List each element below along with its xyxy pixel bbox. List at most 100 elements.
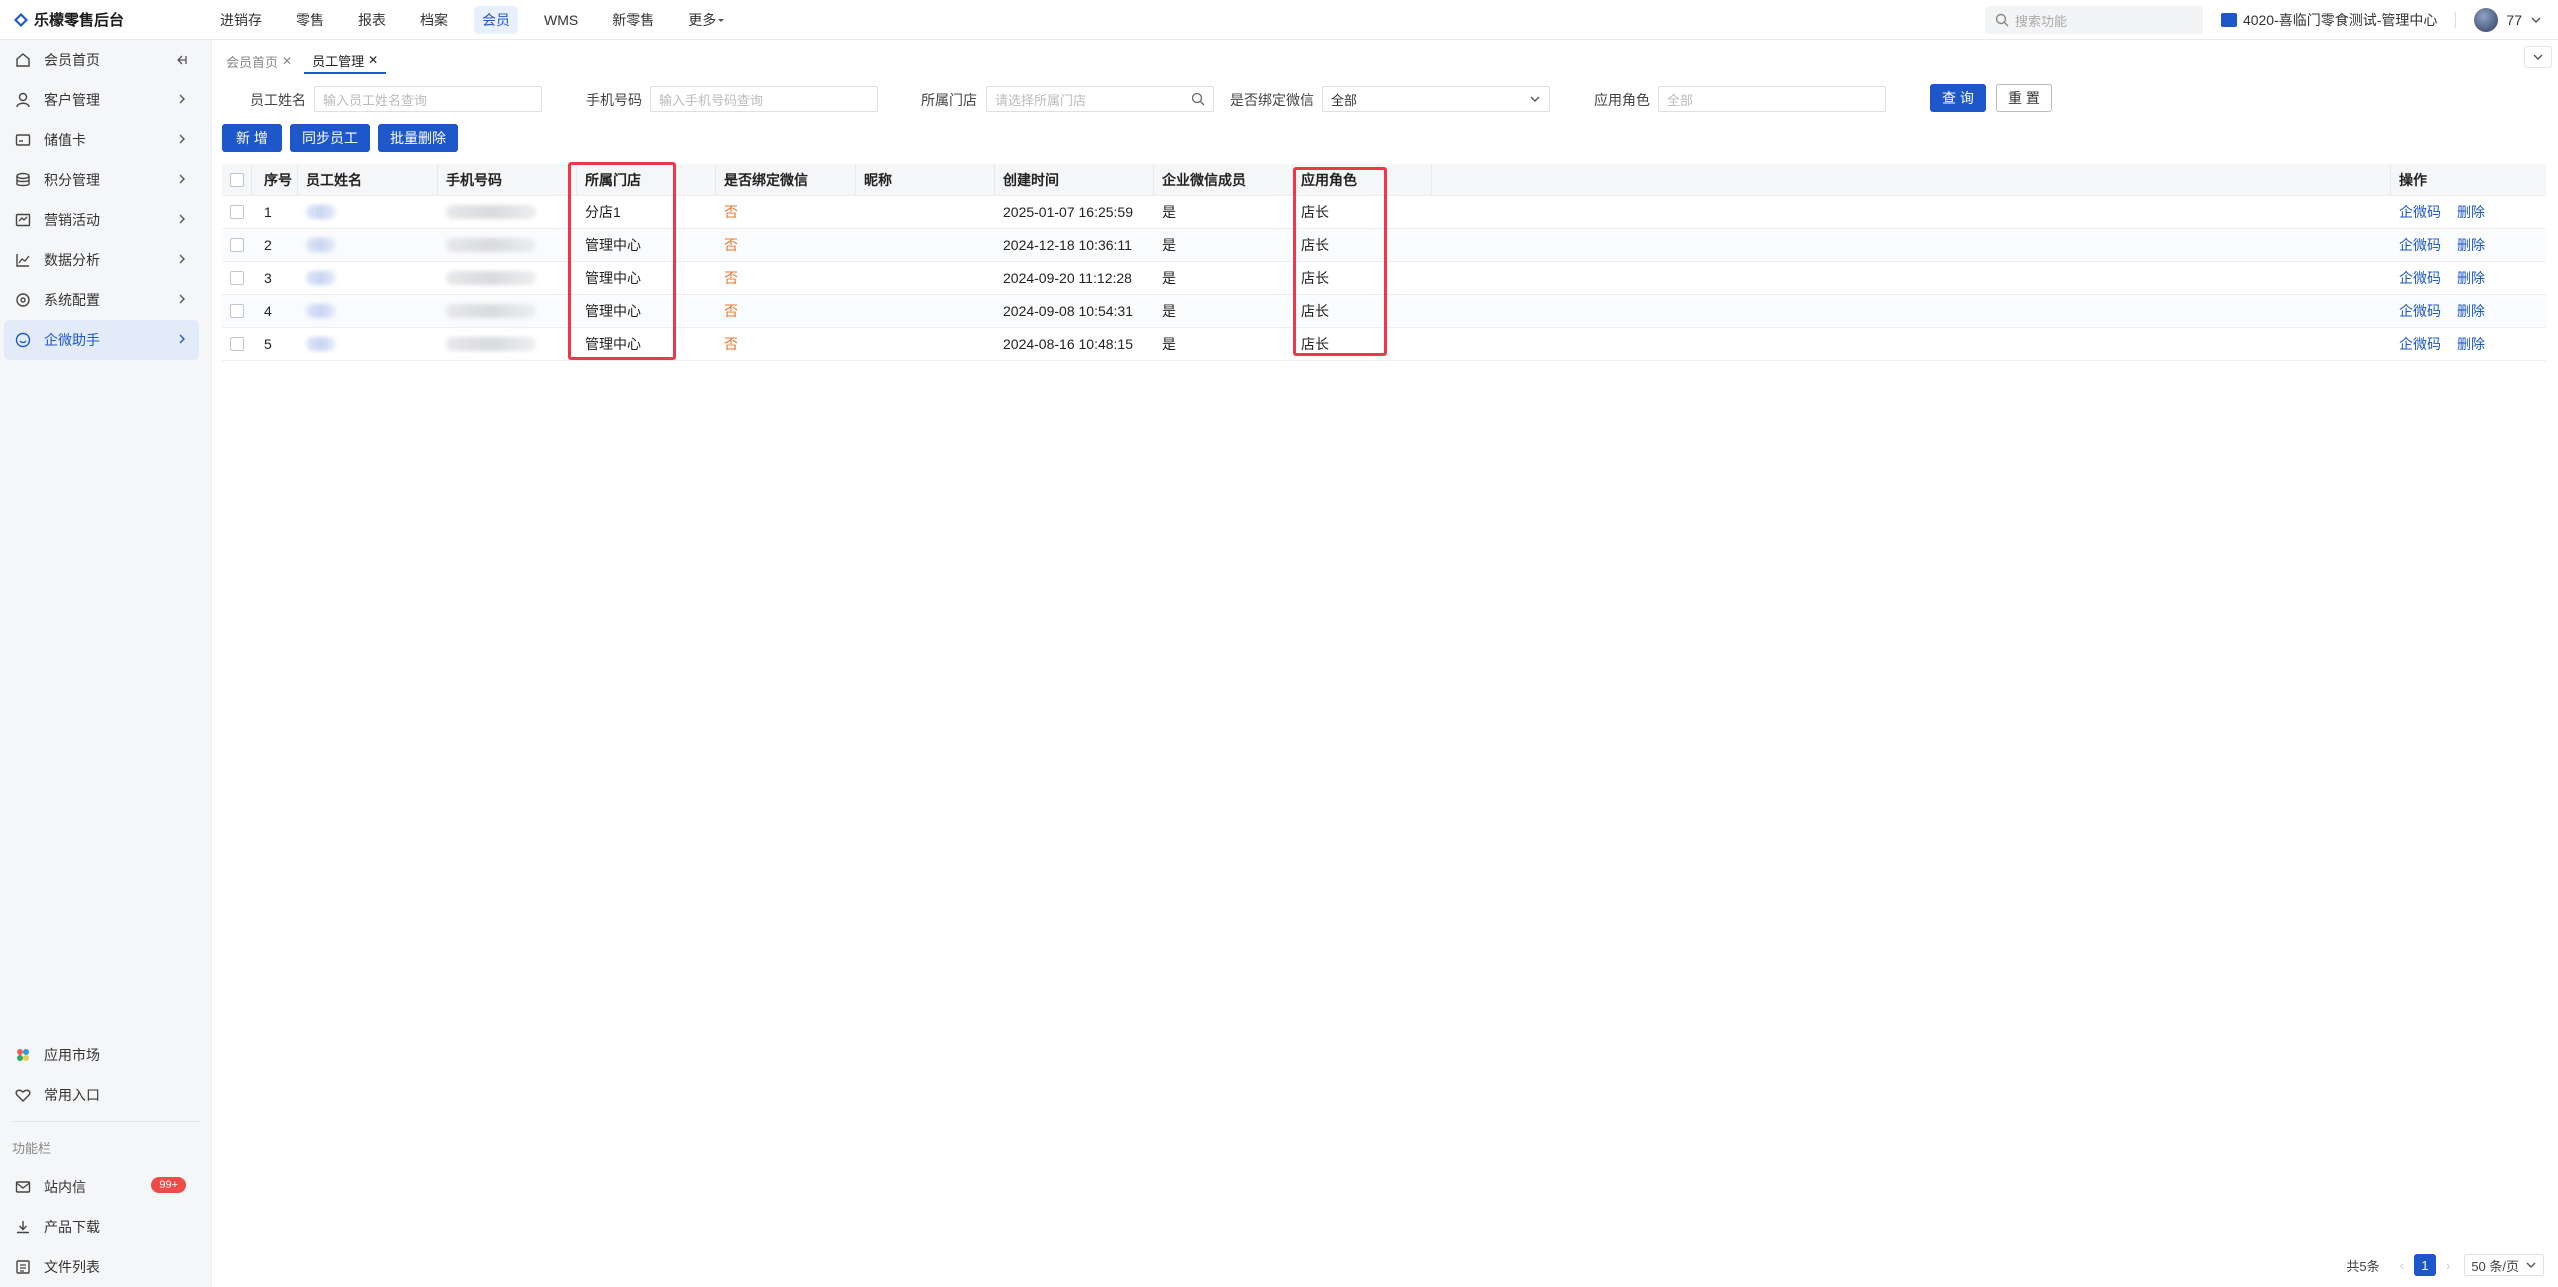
row-select-cell [222,262,252,294]
reset-button[interactable]: 重 置 [1996,84,2052,112]
nav-item-member[interactable]: 会员 [474,5,518,34]
nav-item-wms[interactable]: WMS [536,8,586,32]
row-checkbox[interactable] [230,238,244,252]
page-size-select[interactable]: 50 条/页 [2464,1254,2544,1276]
row-select-cell [222,328,252,360]
row-wecom-member: 是 [1162,270,1176,286]
sidebar-item-label: 会员首页 [44,52,100,68]
delete-link[interactable]: 删除 [2457,301,2485,321]
sidebar-item-marketing[interactable]: 营销活动 [0,200,199,240]
page-size-value: 50 条/页 [2471,1258,2519,1274]
row-checkbox[interactable] [230,304,244,318]
store-switcher[interactable]: 4020-喜临门零食测试-管理中心 [2220,10,2438,30]
redacted-text [306,238,336,252]
wecom-code-link[interactable]: 企微码 [2399,301,2441,321]
close-icon[interactable]: ✕ [282,54,292,68]
batch-delete-button[interactable]: 批量删除 [378,124,458,152]
delete-link[interactable]: 删除 [2457,235,2485,255]
user-menu[interactable]: 77 [2474,8,2542,32]
wechat-filter-select[interactable]: 全部 [1322,86,1550,112]
row-role: 店长 [1301,237,1329,253]
redacted-text [446,271,536,285]
row-wechat-bound: 否 [724,270,738,286]
row-select-cell [222,229,252,261]
sidebar-item-points[interactable]: 积分管理 [0,160,199,200]
tab-member-home[interactable]: 会员首页 ✕ [218,48,300,74]
name-filter-placeholder: 输入员工姓名查询 [323,92,428,108]
sidebar-item-stored-value[interactable]: 储值卡 [0,120,199,160]
role-filter-select[interactable]: 全部 [1658,86,1886,112]
query-button[interactable]: 查 询 [1930,84,1986,112]
app-market-icon [14,1046,32,1064]
nav-item-reports[interactable]: 报表 [350,6,394,34]
sidebar-item-download[interactable]: 产品下载 [0,1207,200,1247]
wecom-code-link[interactable]: 企微码 [2399,334,2441,354]
row-role: 店长 [1301,270,1329,286]
nav-item-retail[interactable]: 零售 [288,6,332,34]
delete-link[interactable]: 删除 [2457,202,2485,222]
nav-item-new-retail[interactable]: 新零售 [604,6,662,34]
row-nickname [856,196,995,228]
search-icon [1191,92,1205,106]
row-store: 管理中心 [585,237,641,253]
sidebar-item-label: 企微助手 [44,332,100,348]
row-spacer [1432,262,2391,294]
row-wecom-member: 是 [1162,204,1176,220]
store-name: 4020-喜临门零食测试-管理中心 [2242,12,2438,28]
tab-staff-management[interactable]: 员工管理 ✕ [304,48,387,74]
wecom-code-link[interactable]: 企微码 [2399,235,2441,255]
nav-item-archive[interactable]: 档案 [412,6,456,34]
row-created: 2024-08-16 10:48:15 [1003,336,1133,352]
add-button[interactable]: 新 增 [222,124,282,152]
wecom-code-link[interactable]: 企微码 [2399,268,2441,288]
sync-staff-button[interactable]: 同步员工 [290,124,370,152]
delete-link[interactable]: 删除 [2457,334,2485,354]
sidebar-item-wecom-assistant[interactable]: 企微助手 [4,320,199,360]
table-row: 3 管理中心 否 2024-09-20 11:12:28 是 店长 企微码 删除 [222,262,2546,295]
row-created: 2024-09-08 10:54:31 [1003,303,1133,319]
sidebar-item-favorites[interactable]: 常用入口 [0,1075,200,1115]
phone-filter-input[interactable]: 输入手机号码查询 [650,86,878,112]
row-created: 2024-12-18 10:36:11 [1003,237,1132,253]
row-checkbox[interactable] [230,205,244,219]
chevron-down-icon [1530,96,1540,102]
row-wechat-bound: 否 [724,204,738,220]
sidebar-item-customers[interactable]: 客户管理 [0,80,199,120]
name-filter-input[interactable]: 输入员工姓名查询 [314,86,542,112]
page-number-current[interactable]: 1 [2413,1254,2436,1276]
sidebar-item-inbox[interactable]: 站内信 99+ [0,1167,200,1207]
row-phone-redacted [438,196,577,228]
select-all-checkbox[interactable] [229,172,244,187]
brand[interactable]: 乐檬零售后台 [0,0,212,40]
nav-item-more[interactable]: 更多 [680,6,734,34]
brand-logo-icon [14,12,28,27]
prev-page-icon[interactable]: ‹ [2400,1258,2404,1273]
function-search-input[interactable]: 搜索功能 [1984,6,2203,34]
nav-item-inventory[interactable]: 进销存 [212,6,270,34]
table-row: 4 管理中心 否 2024-09-08 10:54:31 是 店长 企微码 删除 [222,295,2546,328]
store-filter-select[interactable]: 请选择所属门店 [986,86,1214,112]
next-page-icon[interactable]: › [2446,1258,2450,1273]
row-index: 5 [264,336,272,352]
row-checkbox[interactable] [230,337,244,351]
chevron-down-icon [2533,54,2543,60]
close-icon[interactable]: ✕ [368,53,378,67]
select-all-cell [222,164,252,195]
sidebar-item-member-home[interactable]: 会员首页 [0,40,199,80]
sidebar-item-files[interactable]: 文件列表 [0,1247,200,1287]
card-icon [14,131,32,149]
collapse-sidebar-icon[interactable] [173,52,189,68]
top-bar: 乐檬零售后台 进销存 零售 报表 档案 会员 WMS 新零售 更多 搜索功能 4… [0,0,2558,40]
sidebar-item-analytics[interactable]: 数据分析 [0,240,199,280]
row-operations: 企微码 删除 [2391,262,2546,294]
row-checkbox[interactable] [230,271,244,285]
wecom-code-link[interactable]: 企微码 [2399,202,2441,222]
tab-menu-button[interactable] [2524,46,2552,68]
delete-link[interactable]: 删除 [2457,268,2485,288]
row-index: 2 [264,237,272,253]
sidebar-item-app-market[interactable]: 应用市场 [0,1035,200,1075]
sidebar-item-label: 常用入口 [44,1087,100,1103]
sidebar-item-system-config[interactable]: 系统配置 [0,280,199,320]
row-index: 4 [264,303,272,319]
redacted-text [446,304,536,318]
